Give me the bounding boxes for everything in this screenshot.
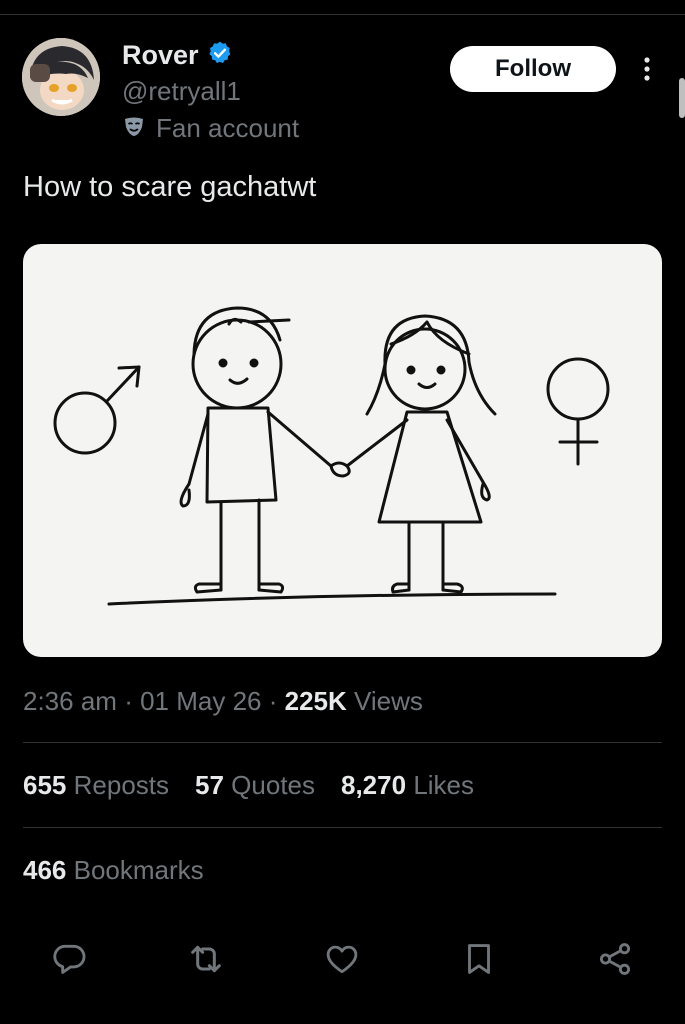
meta-separator: · (268, 686, 285, 716)
views-count: 225K (284, 686, 347, 716)
engagement-stats: 655 Reposts 57 Quotes 8,270 Likes (23, 770, 474, 801)
bookmark-icon[interactable] (456, 936, 502, 982)
repost-icon[interactable] (183, 936, 229, 982)
author-name-row: Rover (122, 40, 233, 71)
avatar[interactable] (22, 38, 100, 116)
tweet-time[interactable]: 2:36 am (23, 686, 117, 716)
reply-icon[interactable] (46, 936, 92, 982)
tweet-date[interactable]: 01 May 26 (140, 686, 261, 716)
quotes-stat[interactable]: 57 Quotes (195, 770, 315, 801)
tweet-meta: 2:36 am · 01 May 26 · 225K Views (23, 686, 423, 717)
affiliation-label: Fan account (122, 113, 299, 144)
divider (23, 827, 662, 828)
like-icon[interactable] (319, 936, 365, 982)
bookmarks-count: 466 (23, 855, 67, 885)
likes-stat[interactable]: 8,270 Likes (341, 770, 474, 801)
affiliation-text: Fan account (156, 113, 300, 143)
mask-icon (122, 114, 146, 143)
action-bar (0, 936, 685, 982)
avatar-image (22, 38, 100, 116)
more-options-icon[interactable] (636, 54, 658, 86)
likes-label: Likes (413, 770, 475, 800)
views-label: Views (354, 686, 423, 716)
author-handle[interactable]: @retryall1 (122, 76, 241, 107)
bookmarks-label: Bookmarks (73, 855, 204, 885)
reposts-stat[interactable]: 655 Reposts (23, 770, 169, 801)
author-name[interactable]: Rover (122, 40, 199, 71)
quotes-count: 57 (195, 770, 224, 800)
scrollbar[interactable] (679, 78, 685, 118)
share-icon[interactable] (592, 936, 638, 982)
quotes-label: Quotes (231, 770, 315, 800)
tweet-text: How to scare gachatwt (23, 171, 317, 203)
reposts-count: 655 (23, 770, 67, 800)
meta-separator: · (124, 686, 141, 716)
stick-figures-drawing (53, 306, 610, 606)
likes-count: 8,270 (341, 770, 407, 800)
divider (23, 742, 662, 743)
top-divider (0, 14, 685, 15)
tweet-image[interactable] (23, 244, 662, 657)
verified-badge-icon (207, 40, 233, 71)
follow-button[interactable]: Follow (450, 46, 616, 92)
reposts-label: Reposts (73, 770, 170, 800)
bookmarks-stat[interactable]: 466 Bookmarks (23, 855, 204, 886)
